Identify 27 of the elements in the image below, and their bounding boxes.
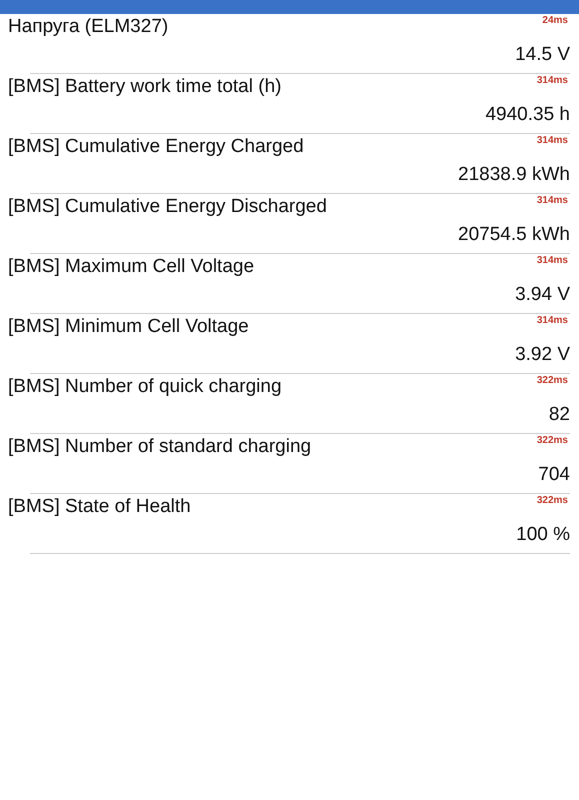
parameter-name: [BMS] Number of quick charging <box>8 376 282 398</box>
parameter-value: 21838.9 kWh <box>458 164 570 186</box>
parameter-name: [BMS] Number of standard charging <box>8 436 312 458</box>
response-time: 24ms <box>542 15 568 27</box>
parameter-name: [BMS] Minimum Cell Voltage <box>8 316 249 338</box>
response-time: 322ms <box>536 495 568 507</box>
parameter-value: 100 % <box>516 524 570 546</box>
response-time: 314ms <box>536 135 568 147</box>
parameter-name: [BMS] Cumulative Energy Charged <box>8 136 304 158</box>
parameter-value: 20754.5 kWh <box>458 224 570 246</box>
response-time: 314ms <box>536 195 568 207</box>
parameter-name: Напруга (ELM327) <box>8 16 168 38</box>
parameter-value: 704 <box>538 464 570 486</box>
parameter-value: 82 <box>548 404 570 426</box>
parameter-value: 14.5 V <box>515 44 570 66</box>
response-time: 314ms <box>536 75 568 87</box>
response-time: 322ms <box>536 375 568 387</box>
parameter-name: [BMS] Cumulative Energy Discharged <box>8 196 327 218</box>
parameter-name: [BMS] Battery work time total (h) <box>8 76 282 98</box>
parameter-value: 3.92 V <box>515 344 570 366</box>
response-time: 322ms <box>536 435 568 447</box>
response-time: 314ms <box>536 315 568 327</box>
parameter-value: 4940.35 h <box>485 104 570 126</box>
parameter-name: [BMS] Maximum Cell Voltage <box>8 256 254 278</box>
parameter-value: 3.94 V <box>515 284 570 306</box>
response-time: 314ms <box>536 255 568 267</box>
parameter-name: [BMS] State of Health <box>8 496 191 518</box>
